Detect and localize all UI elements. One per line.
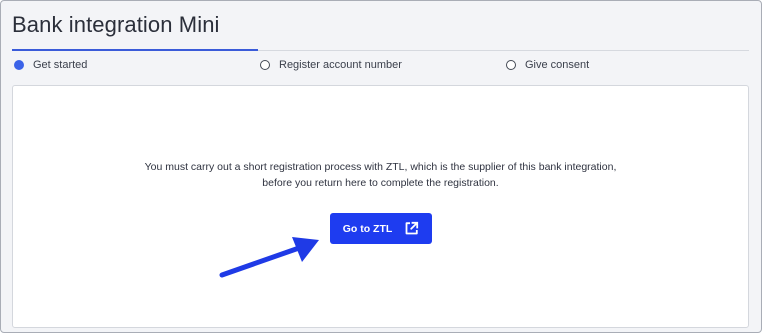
message-line-1: You must carry out a short registration …: [144, 161, 617, 173]
stepper-progress: [12, 49, 258, 51]
step-get-started[interactable]: Get started: [14, 58, 87, 72]
app-window: Bank integration Mini Get started Regist…: [0, 0, 762, 333]
page-title: Bank integration Mini: [12, 12, 220, 37]
step-active-indicator-icon: [14, 60, 24, 70]
go-to-ztl-button[interactable]: Go to ZTL: [330, 213, 432, 244]
step-radio-icon: [506, 60, 516, 70]
step-label: Get started: [33, 59, 88, 71]
step-label: Give consent: [525, 59, 590, 71]
step-register-account-number[interactable]: Register account number: [260, 58, 402, 72]
message-line-2: before you return here to complete the r…: [262, 177, 499, 189]
external-link-icon: [405, 221, 419, 235]
go-to-ztl-label: Go to ZTL: [342, 222, 393, 235]
step-radio-icon: [260, 60, 270, 70]
step-label: Register account number: [279, 59, 402, 71]
content-card: You must carry out a short registration …: [12, 85, 749, 328]
registration-message: You must carry out a short registration …: [13, 159, 748, 191]
step-give-consent[interactable]: Give consent: [506, 58, 589, 72]
